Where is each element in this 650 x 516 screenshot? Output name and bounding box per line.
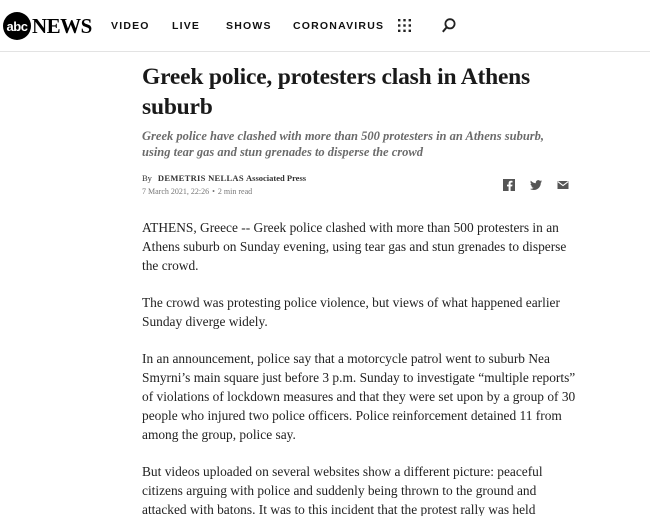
paragraph: The crowd was protesting police violence… (142, 295, 560, 329)
publish-date: 7 March 2021, 22:26 (142, 187, 210, 196)
news-wordmark: NEWS (32, 13, 92, 38)
dateline: 7 March 2021, 22:26 • 2 min read (142, 187, 252, 196)
article-dek: Greek police have clashed with more than… (142, 129, 545, 159)
nav-video[interactable]: VIDEO (111, 20, 150, 32)
read-time: 2 min read (217, 187, 253, 196)
facebook-icon[interactable] (503, 179, 515, 191)
nav-shows[interactable]: SHOWS (226, 20, 272, 32)
paragraph: ATHENS, Greece -- Greek police clashed w… (142, 220, 567, 273)
article-body: ATHENS, Greece -- Greek police clashed w… (142, 218, 582, 516)
article-headline: Greek police, protesters clash in Athens… (142, 64, 531, 120)
site-header: abc NEWS VIDEO LIVE SHOWS CORONAVIRUS (0, 0, 650, 52)
dateline-separator: • (212, 187, 215, 196)
search-icon[interactable] (442, 18, 456, 33)
nav-coronavirus[interactable]: CORONAVIRUS (293, 20, 384, 32)
paragraph: But videos uploaded on several websites … (142, 464, 543, 516)
nav-live[interactable]: LIVE (172, 20, 200, 32)
byline: By DEMETRIS NELLAS Associated Press (142, 173, 306, 183)
abc-news-logo[interactable]: abc NEWS (3, 12, 92, 40)
author-name[interactable]: DEMETRIS NELLAS (158, 173, 244, 183)
abc-logo-circle: abc (3, 12, 31, 40)
twitter-icon[interactable] (530, 179, 542, 191)
paragraph: In an announcement, police say that a mo… (142, 351, 576, 442)
grid-icon[interactable] (398, 19, 411, 32)
email-icon[interactable] (557, 179, 569, 191)
agency-name: Associated Press (246, 173, 307, 183)
byline-by: By (142, 173, 152, 183)
